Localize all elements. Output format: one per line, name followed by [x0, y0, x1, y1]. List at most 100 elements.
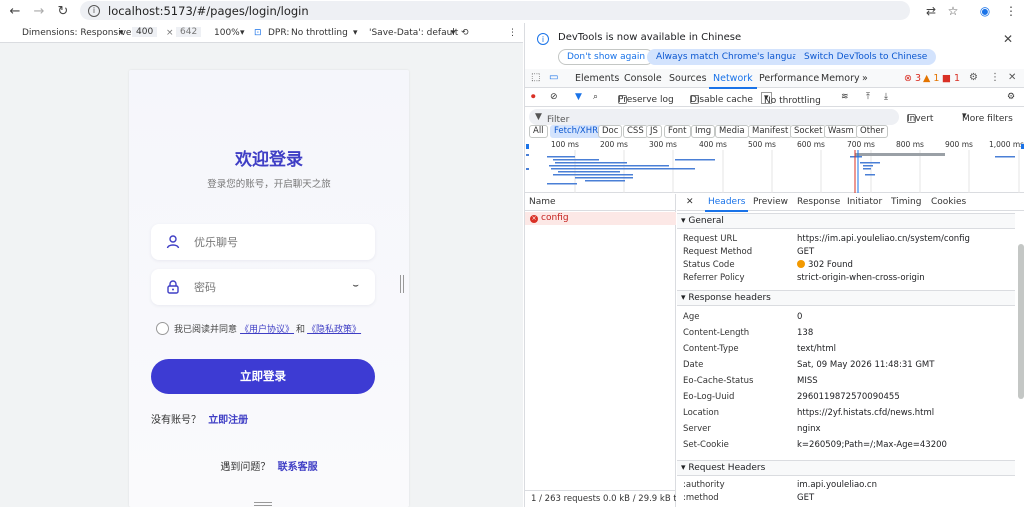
- width-input[interactable]: 400: [132, 27, 158, 37]
- close-devtools-icon[interactable]: ✕: [1008, 72, 1016, 83]
- inspect-icon[interactable]: ⬚: [531, 72, 540, 83]
- device-throttle-select[interactable]: No throttling: [291, 28, 348, 38]
- user-agreement-link[interactable]: 《用户协议》: [240, 322, 294, 335]
- browser-menu-icon[interactable]: ⋮: [1002, 2, 1020, 20]
- login-button[interactable]: 立即登录: [151, 359, 375, 394]
- times-sign: ×: [166, 28, 174, 38]
- overview-handle-left[interactable]: [526, 144, 529, 149]
- type-manifest[interactable]: Manifest: [748, 125, 793, 138]
- type-font[interactable]: Font: [664, 125, 691, 138]
- network-settings-icon[interactable]: ⚙: [1007, 92, 1015, 102]
- eye-closed-icon[interactable]: ⌣: [352, 280, 359, 291]
- close-detail-icon[interactable]: ✕: [686, 197, 694, 207]
- filter-funnel-icon[interactable]: ▼: [575, 92, 582, 102]
- header-value: 0: [797, 312, 803, 322]
- tab-elements[interactable]: Elements: [575, 73, 619, 84]
- password-placeholder: 密码: [194, 281, 216, 294]
- network-overview[interactable]: 100 ms 200 ms 300 ms 400 ms 500 ms 600 m…: [525, 140, 1024, 193]
- rotate-icon[interactable]: ⟲: [461, 28, 469, 38]
- resize-handle-bottom[interactable]: [254, 502, 272, 506]
- network-throttle-select[interactable]: No throttling ▾: [761, 92, 821, 106]
- switch-chinese-button[interactable]: Switch DevTools to Chinese: [795, 49, 937, 65]
- warning-count-value: 1: [933, 73, 940, 84]
- devtools-menu-icon[interactable]: ⋮: [990, 72, 1000, 83]
- resize-handle-right[interactable]: [400, 275, 404, 293]
- agree-checkbox[interactable]: [156, 322, 169, 335]
- invert-label: Invert: [907, 114, 934, 124]
- download-icon[interactable]: ⤓: [884, 92, 888, 102]
- tab-preview[interactable]: Preview: [753, 197, 788, 207]
- site-info-icon[interactable]: i: [88, 4, 100, 17]
- scrollbar[interactable]: [1018, 244, 1024, 399]
- tab-console[interactable]: Console: [624, 73, 662, 84]
- header-key: Age: [683, 312, 700, 322]
- device-mode-icon[interactable]: ▭: [549, 72, 558, 83]
- general-section-header[interactable]: ▾ General: [677, 213, 1015, 229]
- response-headers-section-header[interactable]: ▾ Response headers: [677, 290, 1015, 306]
- password-field[interactable]: 密码 ⌣: [151, 269, 375, 305]
- dimensions-select[interactable]: Dimensions: Responsive: [22, 28, 131, 38]
- warning-count[interactable]: ▲ 1: [923, 73, 939, 84]
- type-wasm[interactable]: Wasm: [824, 125, 858, 138]
- network-conditions-icon[interactable]: ≋: [841, 92, 849, 102]
- device-toolbar: Dimensions: Responsive ▾ 400 × 642 100% …: [0, 25, 523, 42]
- page-title: 欢迎登录: [235, 150, 303, 170]
- page-subtitle: 登录您的账号，开启聊天之旅: [207, 179, 331, 190]
- request-headers-section-header[interactable]: ▾ Request Headers: [677, 460, 1015, 476]
- register-link[interactable]: 立即注册: [208, 415, 248, 426]
- reload-icon[interactable]: ↻: [52, 1, 74, 21]
- more-filters-dropdown[interactable]: More filters ▾: [962, 111, 1013, 124]
- tab-initiator[interactable]: Initiator: [847, 197, 882, 207]
- tab-network[interactable]: Network: [709, 73, 757, 89]
- tab-cookies[interactable]: Cookies: [931, 197, 966, 207]
- record-icon[interactable]: ⏺: [531, 92, 536, 102]
- type-css[interactable]: CSS: [623, 125, 648, 138]
- translate-icon[interactable]: ⇄: [922, 2, 940, 20]
- height-input[interactable]: 642: [176, 27, 202, 37]
- type-fetch-xhr[interactable]: Fetch/XHR: [550, 125, 603, 138]
- search-icon[interactable]: ⌕: [593, 92, 598, 102]
- type-media[interactable]: Media: [715, 125, 749, 138]
- notice-text: DevTools is now available in Chinese: [558, 32, 742, 43]
- type-doc[interactable]: Doc: [598, 125, 623, 138]
- table-row[interactable]: × config: [525, 212, 676, 225]
- forward-icon[interactable]: →: [28, 1, 50, 21]
- timeline-tick: 200 ms: [600, 140, 628, 149]
- filter-input[interactable]: ▼ Filter: [529, 109, 899, 125]
- error-count[interactable]: ⊗ 3: [904, 73, 921, 84]
- bookmark-star-icon[interactable]: ☆: [944, 2, 962, 20]
- save-data-select[interactable]: 'Save-Data': default: [369, 28, 458, 38]
- tab-sources[interactable]: Sources: [669, 73, 707, 84]
- message-count[interactable]: ■ 1: [942, 73, 960, 84]
- dont-show-button[interactable]: Don't show again: [558, 49, 655, 65]
- address-bar[interactable]: i localhost:5173/#/pages/login/login: [80, 1, 910, 20]
- info-icon: i: [537, 33, 549, 45]
- settings-gear-icon[interactable]: ⚙: [969, 72, 978, 83]
- upload-icon[interactable]: ⤒: [866, 92, 870, 102]
- tab-response[interactable]: Response: [797, 197, 840, 207]
- status-dot-icon: [797, 260, 805, 268]
- more-tabs-icon[interactable]: »: [862, 73, 868, 84]
- type-img[interactable]: Img: [691, 125, 716, 138]
- tab-timing[interactable]: Timing: [891, 197, 921, 207]
- tab-memory[interactable]: Memory: [821, 73, 860, 84]
- clear-icon[interactable]: ⊘: [550, 92, 558, 102]
- type-other[interactable]: Other: [856, 125, 889, 138]
- account-field[interactable]: 优乐聊号: [151, 224, 375, 260]
- back-icon[interactable]: ←: [4, 1, 26, 21]
- profile-icon[interactable]: ◉: [976, 2, 994, 20]
- type-socket[interactable]: Socket: [790, 125, 827, 138]
- header-key: Location: [683, 408, 719, 418]
- response-headers-title: Response headers: [688, 293, 771, 303]
- zoom-select[interactable]: 100%: [214, 28, 240, 38]
- tab-performance[interactable]: Performance: [759, 73, 819, 84]
- type-all[interactable]: All: [529, 125, 548, 138]
- contact-link[interactable]: 联系客服: [278, 462, 318, 473]
- device-more-icon[interactable]: ⋮: [508, 28, 517, 38]
- privacy-policy-link[interactable]: 《隐私政策》: [307, 322, 361, 335]
- close-icon[interactable]: ✕: [1003, 32, 1013, 46]
- type-js[interactable]: JS: [646, 125, 662, 138]
- name-column-header[interactable]: Name: [525, 194, 676, 211]
- match-language-button[interactable]: Always match Chrome's language: [647, 49, 818, 65]
- tab-headers[interactable]: Headers: [704, 197, 749, 212]
